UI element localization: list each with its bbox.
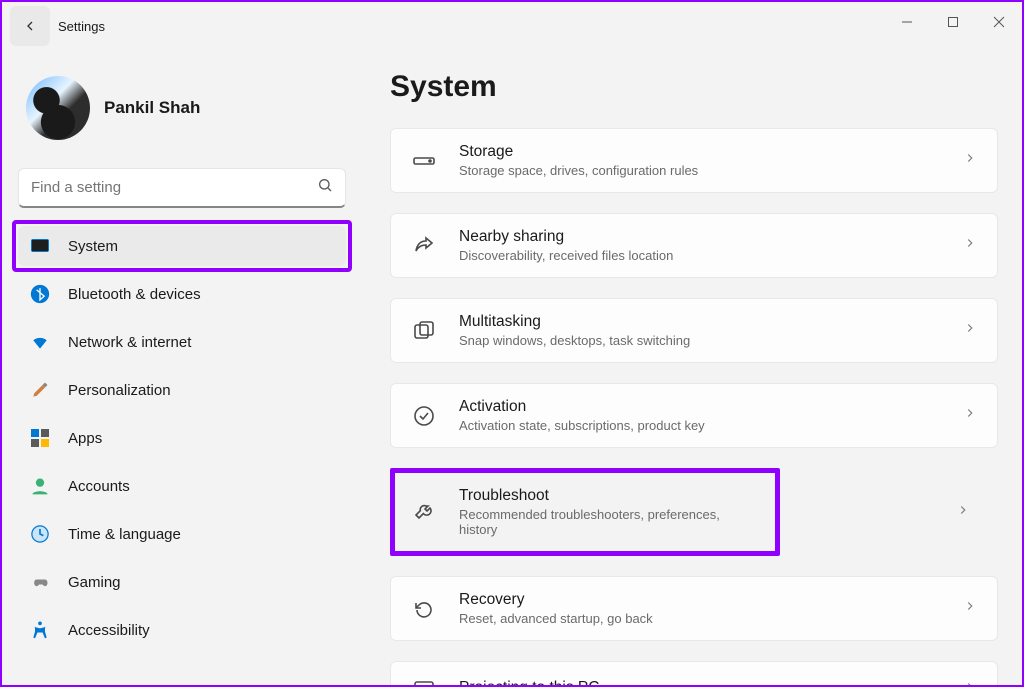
wifi-icon <box>30 332 50 352</box>
panel-title: Nearby sharing <box>459 228 941 246</box>
page-title: System <box>390 70 998 104</box>
panel-troubleshoot[interactable]: Troubleshoot Recommended troubleshooters… <box>395 473 775 551</box>
profile-name: Pankil Shah <box>104 98 200 118</box>
nav-label: Accessibility <box>68 622 150 639</box>
back-arrow-icon <box>22 18 38 34</box>
back-button[interactable] <box>10 6 50 46</box>
check-circle-icon <box>411 403 437 429</box>
close-button[interactable] <box>976 2 1022 42</box>
brush-icon <box>30 380 50 400</box>
maximize-button[interactable] <box>930 2 976 42</box>
nav-label: Apps <box>68 430 102 447</box>
nav-item-accounts[interactable]: Accounts <box>18 466 346 506</box>
chevron-right-icon <box>963 680 977 686</box>
panel-title: Activation <box>459 398 941 416</box>
nav-label: Personalization <box>68 382 171 399</box>
project-icon <box>411 676 437 685</box>
apps-icon <box>30 428 50 448</box>
panel-projecting[interactable]: Projecting to this PC <box>390 661 998 685</box>
nav-item-personalization[interactable]: Personalization <box>18 370 346 410</box>
titlebar: Settings <box>2 2 1022 50</box>
window-title: Settings <box>58 19 105 34</box>
sidebar: Pankil Shah System Bluetoot <box>2 50 362 685</box>
panel-subtitle: Activation state, subscriptions, product… <box>459 418 941 433</box>
nav-item-apps[interactable]: Apps <box>18 418 346 458</box>
panel-multitasking[interactable]: Multitasking Snap windows, desktops, tas… <box>390 298 998 363</box>
person-icon <box>30 476 50 496</box>
search-icon <box>317 177 333 198</box>
panel-title: Troubleshoot <box>459 487 759 505</box>
panel-recovery[interactable]: Recovery Reset, advanced startup, go bac… <box>390 576 998 641</box>
gamepad-icon <box>30 572 50 592</box>
panel-storage[interactable]: Storage Storage space, drives, configura… <box>390 128 998 193</box>
panel-subtitle: Reset, advanced startup, go back <box>459 611 941 626</box>
recovery-icon <box>411 596 437 622</box>
nav-item-network[interactable]: Network & internet <box>18 322 346 362</box>
panel-title: Recovery <box>459 591 941 609</box>
panel-title: Storage <box>459 143 941 161</box>
chevron-right-icon <box>963 151 977 170</box>
clock-globe-icon <box>30 524 50 544</box>
panel-list: Storage Storage space, drives, configura… <box>390 128 998 685</box>
nav-label: Time & language <box>68 526 181 543</box>
nav-list: System Bluetooth & devices Network & int… <box>18 220 346 650</box>
profile-section[interactable]: Pankil Shah <box>18 58 346 168</box>
nav-item-accessibility[interactable]: Accessibility <box>18 610 346 650</box>
panel-subtitle: Snap windows, desktops, task switching <box>459 333 941 348</box>
nav-item-system[interactable]: System <box>18 226 346 266</box>
highlight-troubleshoot: Troubleshoot Recommended troubleshooters… <box>390 468 780 556</box>
search-input[interactable] <box>31 179 317 196</box>
chevron-right-icon <box>956 503 990 522</box>
panel-title: Projecting to this PC <box>459 679 941 685</box>
system-icon <box>30 236 50 256</box>
panel-subtitle: Recommended troubleshooters, preferences… <box>459 507 759 537</box>
main-content: System Storage Storage space, drives, co… <box>362 50 1022 685</box>
nav-item-bluetooth[interactable]: Bluetooth & devices <box>18 274 346 314</box>
chevron-right-icon <box>963 599 977 618</box>
nav-label: Bluetooth & devices <box>68 286 201 303</box>
nav-item-gaming[interactable]: Gaming <box>18 562 346 602</box>
minimize-button[interactable] <box>884 2 930 42</box>
nav-label: Gaming <box>68 574 121 591</box>
storage-icon <box>411 148 437 174</box>
accessibility-icon <box>30 620 50 640</box>
chevron-right-icon <box>963 236 977 255</box>
panel-subtitle: Discoverability, received files location <box>459 248 941 263</box>
share-icon <box>411 233 437 259</box>
chevron-right-icon <box>963 406 977 425</box>
chevron-right-icon <box>963 321 977 340</box>
nav-item-time[interactable]: Time & language <box>18 514 346 554</box>
avatar <box>26 76 90 140</box>
bluetooth-icon <box>30 284 50 304</box>
nav-label: Accounts <box>68 478 130 495</box>
nav-label: System <box>68 238 118 255</box>
multitask-icon <box>411 318 437 344</box>
panel-subtitle: Storage space, drives, configuration rul… <box>459 163 941 178</box>
nav-label: Network & internet <box>68 334 191 351</box>
panel-activation[interactable]: Activation Activation state, subscriptio… <box>390 383 998 448</box>
wrench-icon <box>411 499 437 525</box>
highlight-system: System <box>12 220 352 272</box>
window-controls <box>884 2 1022 42</box>
panel-title: Multitasking <box>459 313 941 331</box>
panel-nearby-sharing[interactable]: Nearby sharing Discoverability, received… <box>390 213 998 278</box>
search-box[interactable] <box>18 168 346 208</box>
